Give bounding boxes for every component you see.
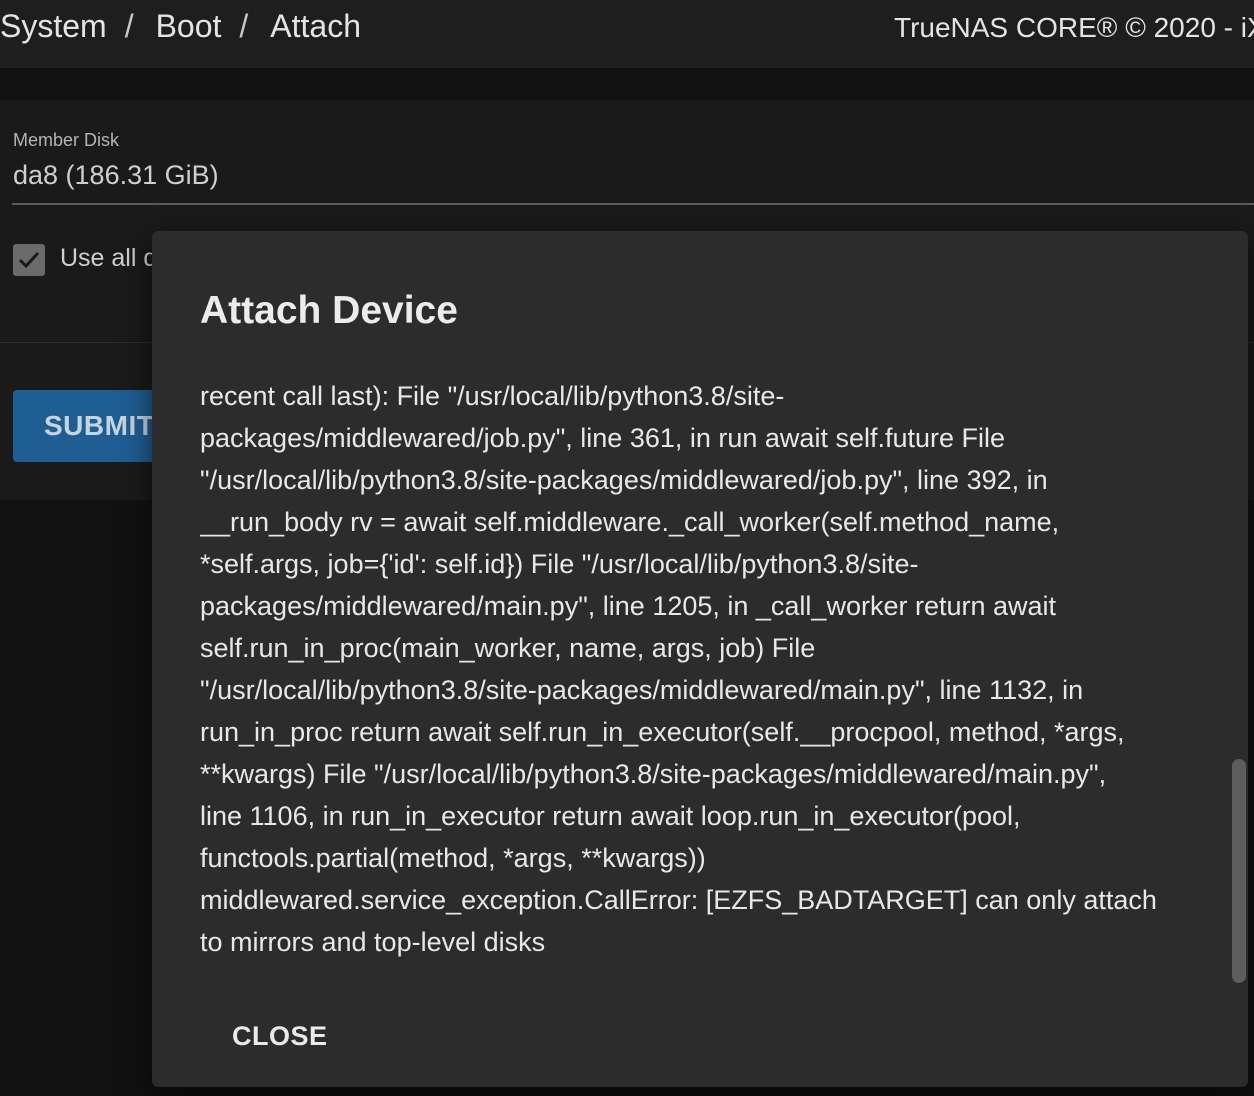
- message-line: self.run_in_proc(main_worker, name, args…: [200, 633, 816, 663]
- dialog-message-scroll[interactable]: recent call last): File "/usr/local/lib/…: [200, 369, 1190, 981]
- message-line: recent call last): File "/usr/local/lib/…: [200, 381, 785, 411]
- use-all-disk-checkbox[interactable]: [13, 244, 45, 276]
- dialog-title: Attach Device: [200, 289, 458, 332]
- message-line: "/usr/local/lib/python3.8/site-packages/…: [200, 465, 1048, 495]
- breadcrumb: System / Boot / Attach: [0, 6, 361, 46]
- message-line: *self.args, job={'id': self.id}) File "/…: [200, 549, 919, 579]
- use-all-disk-label: Use all d: [60, 244, 158, 272]
- message-line: to mirrors and top-level disks: [200, 927, 546, 957]
- close-button[interactable]: CLOSE: [216, 1011, 336, 1061]
- member-disk-underline: [12, 203, 1254, 205]
- message-line: line 1106, in run_in_executor return awa…: [200, 801, 1021, 831]
- message-line: functools.partial(method, *args, **kwarg…: [200, 843, 706, 873]
- breadcrumb-separator: /: [124, 8, 134, 44]
- member-disk-label: Member Disk: [13, 130, 120, 150]
- message-line: packages/middlewared/main.py", line 1205…: [200, 591, 1057, 621]
- scrollbar-thumb[interactable]: [1232, 759, 1246, 983]
- breadcrumb-item-attach: Attach: [270, 8, 362, 44]
- breadcrumb-item-system[interactable]: System: [0, 8, 107, 44]
- top-bar: System / Boot / Attach TrueNAS CORE® © 2020 …: [0, 0, 1254, 68]
- attach-device-dialog: Attach Device recent call last): File "/…: [152, 231, 1248, 1087]
- page: System / Boot / Attach TrueNAS CORE® © 2020 …: [0, 0, 1254, 1096]
- error-message: recent call last): File "/usr/local/lib/…: [200, 369, 1190, 963]
- message-line: "/usr/local/lib/python3.8/site-packages/…: [200, 675, 1084, 705]
- dialog-scrollbar[interactable]: [1232, 369, 1246, 983]
- message-line: run_in_proc return await self.run_in_exe…: [200, 717, 1125, 747]
- breadcrumb-item-boot[interactable]: Boot: [156, 8, 222, 44]
- copyright-text: TrueNAS CORE® © 2020 - iXs: [894, 12, 1254, 43]
- message-line: packages/middlewared/job.py", line 361, …: [200, 423, 1006, 453]
- checkmark-icon: [18, 251, 40, 269]
- message-line: middlewared.service_exception.CallError:…: [200, 885, 1157, 915]
- member-disk-select[interactable]: da8 (186.31 GiB): [13, 160, 219, 191]
- message-line: **kwargs) File "/usr/local/lib/python3.8…: [200, 759, 1107, 789]
- message-line: __run_body rv = await self.middleware._c…: [200, 507, 1060, 537]
- breadcrumb-separator: /: [239, 8, 249, 44]
